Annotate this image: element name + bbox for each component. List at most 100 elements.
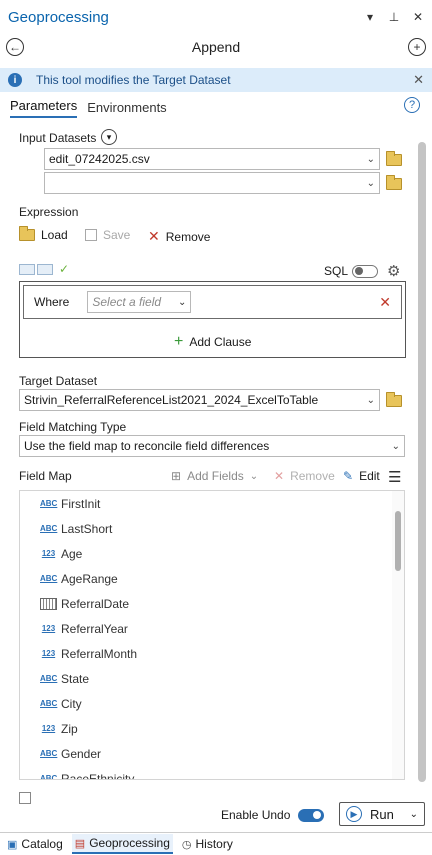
field-name: ReferralYear — [61, 621, 128, 636]
info-banner: i This tool modifies the Target Dataset … — [0, 68, 432, 92]
chevron-down-icon[interactable]: ⌄ — [367, 154, 375, 165]
field-placeholder: Select a field — [92, 295, 162, 309]
field-matching-value: Use the field map to reconcile field dif… — [24, 439, 270, 453]
field-name: Gender — [61, 746, 102, 761]
info-message: This tool modifies the Target Dataset — [36, 73, 231, 87]
remove-field-label: Remove — [290, 469, 335, 483]
scrollbar-thumb[interactable] — [418, 142, 426, 782]
tab-geoprocessing[interactable]: ▤ Geoprocessing — [71, 834, 173, 854]
pin-icon[interactable]: ⊥ — [388, 10, 400, 24]
clause-builder: Where Select a field ⌄ ✕ + Add Clause — [19, 281, 406, 358]
edit-label: Edit — [359, 469, 380, 483]
add-circle-icon[interactable]: + — [408, 38, 426, 56]
text-type-icon: ABC — [40, 574, 58, 583]
sql-toggle[interactable] — [352, 264, 379, 278]
save-button[interactable]: Save — [85, 228, 130, 242]
chevron-down-icon[interactable]: ⌄ — [367, 178, 375, 189]
text-type-icon: ABC — [40, 524, 58, 533]
window-title: Geoprocessing — [8, 8, 109, 26]
verify-check-icon[interactable]: ✓ — [59, 262, 69, 276]
scrollbar-thumb[interactable] — [395, 511, 401, 571]
tab-history[interactable]: ◷ History — [179, 835, 236, 853]
catalog-icon: ▣ — [7, 838, 18, 851]
list-item[interactable]: ABC RaceEthnicity — [20, 766, 404, 780]
enable-undo-toggle[interactable] — [298, 808, 325, 822]
title-bar: Geoprocessing ▾ ⊥ ✕ — [0, 0, 432, 34]
pencil-icon: ✎ — [343, 469, 354, 483]
list-item[interactable]: ABC City — [20, 691, 404, 716]
tab-environments[interactable]: Environments — [87, 100, 166, 118]
add-clause-button[interactable]: + Add Clause — [174, 333, 251, 351]
back-arrow-icon[interactable]: ← — [6, 38, 24, 56]
list-item[interactable]: 123 ReferralMonth — [20, 641, 404, 666]
list-item[interactable]: ReferralDate — [20, 591, 404, 616]
field-map-list: ABC FirstInit ABC LastShort 123 Age ABC AgeRang… — [19, 490, 405, 780]
target-dataset-label: Target Dataset — [19, 374, 98, 388]
list-item[interactable]: 123 Zip — [20, 716, 404, 741]
field-name: Zip — [61, 721, 78, 736]
remove-field-button[interactable]: ✕ Remove — [274, 469, 335, 483]
list-item[interactable]: ABC Gender — [20, 741, 404, 766]
chevron-down-icon: ⌄ — [177, 296, 187, 308]
panel-scrollbar[interactable] — [416, 128, 428, 808]
chevron-down-icon[interactable]: ⌄ — [410, 809, 418, 820]
edit-field-map-button[interactable]: ✎ Edit — [343, 469, 380, 483]
field-list-scrollbar[interactable] — [392, 491, 404, 779]
folder-icon[interactable] — [386, 151, 402, 166]
field-matching-label: Field Matching Type — [19, 420, 127, 434]
add-fields-button[interactable]: ⊞ Add Fields ⌄ — [171, 469, 258, 483]
where-label: Where — [34, 295, 70, 309]
bottom-tab-bar: ▣ Catalog ▤ Geoprocessing ◷ History — [0, 832, 432, 855]
tab-catalog-label: Catalog — [21, 837, 63, 851]
list-item[interactable]: ABC State — [20, 666, 404, 691]
run-label: Run — [370, 806, 394, 822]
list-item[interactable]: ABC LastShort — [20, 516, 404, 541]
save-label: Save — [103, 228, 131, 242]
field-matching-select[interactable]: Use the field map to reconcile field dif… — [19, 435, 405, 457]
dismiss-icon[interactable]: ✕ — [413, 72, 424, 88]
field-name: FirstInit — [61, 496, 101, 511]
menu-icon[interactable]: ☰ — [388, 468, 401, 486]
field-name: ReferralMonth — [61, 646, 138, 661]
sql-mode-icon[interactable] — [37, 263, 53, 275]
remove-expression-button[interactable]: ✕ Remove — [148, 228, 210, 245]
target-dataset-value: Strivin_ReferralReferenceList2021_2024_E… — [24, 393, 319, 407]
enable-undo-group: Enable Undo — [221, 808, 325, 822]
text-type-icon: ABC — [40, 774, 58, 780]
numeric-type-icon: 123 — [41, 649, 56, 658]
text-type-icon: ABC — [40, 699, 58, 708]
field-name: AgeRange — [61, 571, 118, 586]
list-item[interactable]: 123 Age — [20, 541, 404, 566]
chevron-down-icon[interactable]: ▾ — [364, 10, 376, 24]
tab-catalog[interactable]: ▣ Catalog — [4, 835, 66, 853]
tab-geoprocessing-label: Geoprocessing — [89, 836, 170, 850]
folder-open-icon — [19, 226, 35, 241]
folder-icon[interactable] — [386, 392, 402, 407]
target-dataset-combo[interactable]: Strivin_ReferralReferenceList2021_2024_E… — [19, 389, 380, 411]
list-item[interactable]: ABC FirstInit — [20, 491, 404, 516]
input-dataset-combo-empty[interactable]: ⌄ — [44, 172, 380, 194]
numeric-type-icon: 123 — [41, 624, 56, 633]
delete-clause-icon[interactable]: ✕ — [379, 294, 391, 311]
field-name: RaceEthnicity — [61, 771, 135, 780]
list-item[interactable]: 123 ReferralYear — [20, 616, 404, 641]
list-item[interactable]: ABC AgeRange — [20, 566, 404, 591]
sql-label: SQL — [324, 264, 349, 278]
gear-icon[interactable]: ⚙ — [387, 262, 400, 280]
load-label: Load — [41, 228, 68, 242]
field-name: LastShort — [61, 521, 113, 536]
input-dataset-combo[interactable]: edit_07242025.csv ⌄ — [44, 148, 380, 170]
close-icon[interactable]: ✕ — [412, 10, 424, 24]
field-map-label: Field Map — [19, 469, 72, 483]
field-select[interactable]: Select a field ⌄ — [87, 291, 192, 313]
play-icon: ▶ — [346, 806, 362, 822]
help-icon[interactable]: ? — [404, 97, 420, 113]
chevron-down-icon[interactable]: ▾ — [101, 129, 117, 145]
folder-icon[interactable] — [386, 175, 402, 190]
checkbox[interactable] — [19, 792, 31, 804]
field-name: Age — [61, 546, 83, 561]
run-button[interactable]: ▶ Run ⌄ — [339, 802, 425, 826]
tab-parameters[interactable]: Parameters — [10, 98, 78, 118]
load-button[interactable]: Load — [19, 226, 68, 242]
clause-mode-icon[interactable] — [19, 263, 35, 275]
